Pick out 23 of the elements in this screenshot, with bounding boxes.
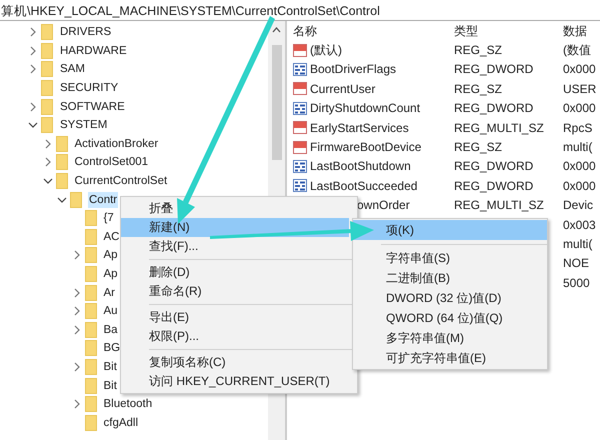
value-type: REG_MULTI_SZ xyxy=(454,120,544,135)
value-data: NOE xyxy=(563,256,590,270)
value-type: REG_SZ xyxy=(454,43,502,58)
value-data: 5000 xyxy=(563,276,590,290)
value-data: Devic xyxy=(563,198,594,212)
value-data: 0x000 xyxy=(563,178,596,193)
value-type: REG_DWORD xyxy=(454,159,534,174)
value-type: REG_SZ xyxy=(454,140,502,154)
value-data: (数值 xyxy=(563,43,591,58)
value-type: REG_DWORD xyxy=(454,101,534,116)
value-data: multi( xyxy=(563,236,592,251)
value-type: REG_DWORD xyxy=(454,62,534,76)
value-type: REG_MULTI_SZ xyxy=(454,198,544,212)
value-data: multi( xyxy=(563,140,592,154)
value-data: 0x000 xyxy=(563,101,596,116)
value-data: RpcS xyxy=(563,120,592,135)
address-path: 算机\HKEY_LOCAL_MACHINE\SYSTEM\CurrentControlSet\Control xyxy=(1,4,380,18)
value-data: USER xyxy=(563,82,596,96)
value-type: REG_DWORD xyxy=(454,178,534,193)
value-data: 0x000 xyxy=(563,159,596,174)
value-data: 0x000 xyxy=(563,62,596,76)
value-type: REG_SZ xyxy=(454,82,502,96)
value-data: 0x003 xyxy=(563,218,596,232)
